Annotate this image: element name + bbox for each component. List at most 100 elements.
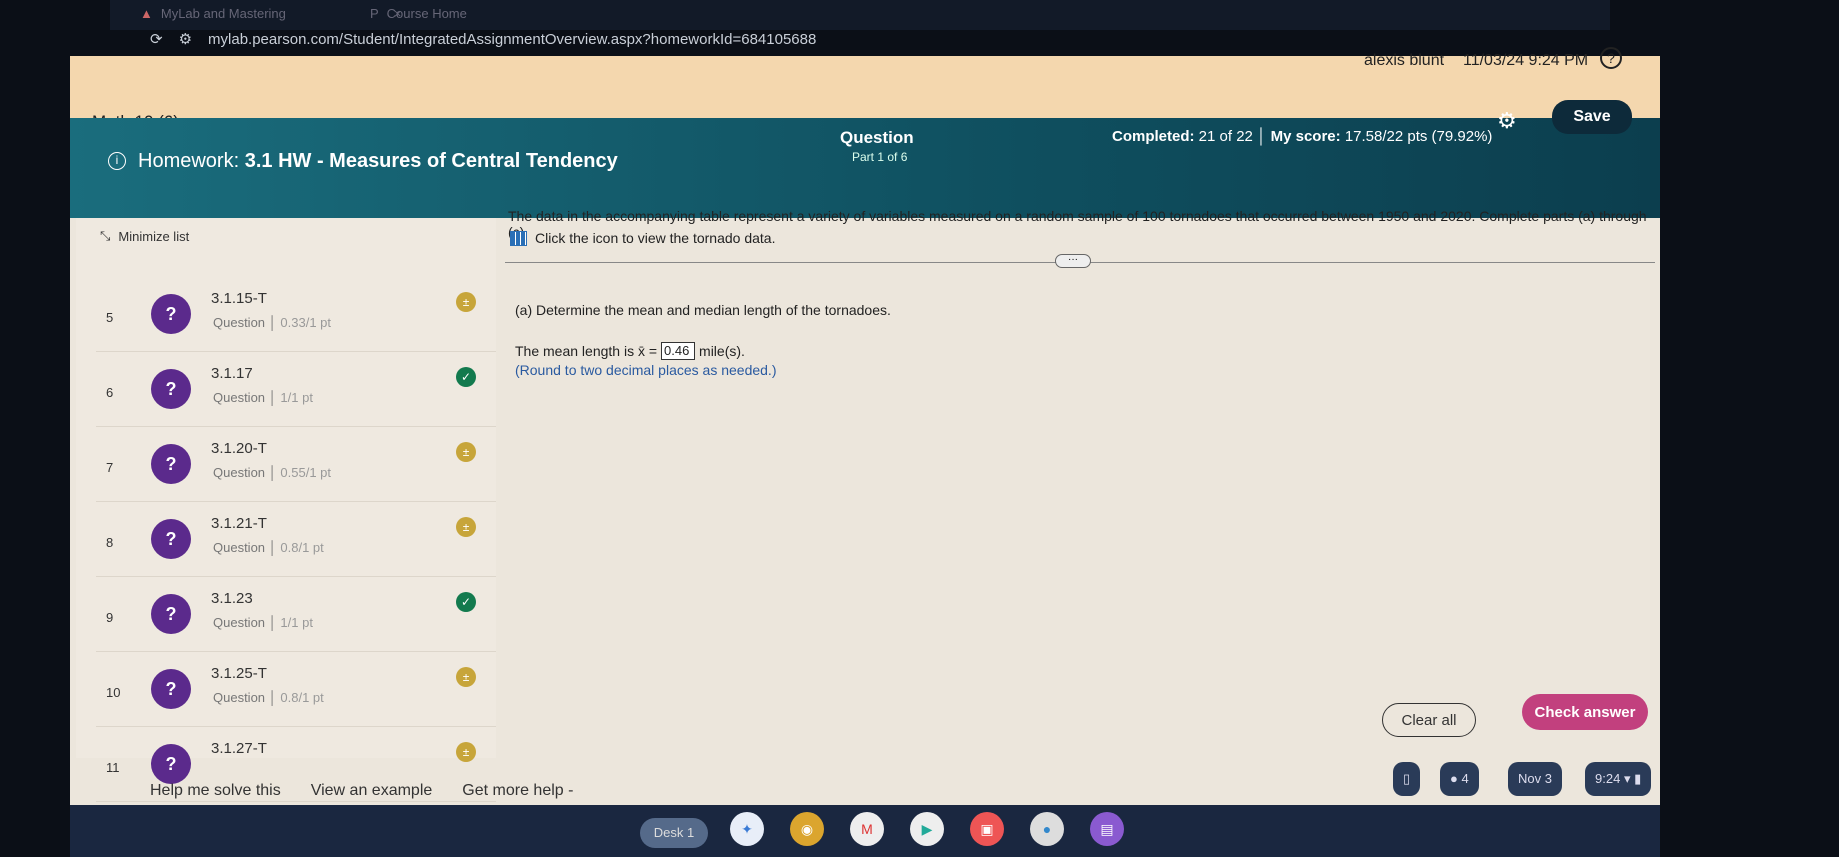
question-list-item[interactable]: 9 ? 3.1.23 Question │ 1/1 pt ✓ (96, 578, 496, 652)
mean-prefix: The mean length is x̄ = (515, 343, 658, 359)
battery-icon: ▮ (1634, 771, 1642, 786)
tab-mylab[interactable]: ▲ MyLab and Mastering × (140, 6, 401, 21)
clear-all-button[interactable]: Clear all (1382, 703, 1476, 737)
help-links: Help me solve this View an example Get m… (150, 782, 573, 800)
question-type: Question (213, 540, 266, 555)
info-icon[interactable]: i (108, 152, 126, 170)
homework-prefix: Homework: (138, 150, 240, 172)
question-number: 10 (106, 685, 121, 700)
partial-credit-icon: ± (456, 517, 476, 537)
completed-value: 21 of 22 (1198, 128, 1253, 145)
completed-label: Completed: (1112, 128, 1195, 145)
question-id: 3.1.27-T (211, 740, 267, 757)
mean-answer-row: The mean length is x̄ = 0.46 mile(s). (515, 342, 745, 360)
question-meta: Question │ 0.8/1 pt (213, 690, 324, 705)
tab-label: MyLab and Mastering (160, 6, 286, 21)
notifications-tray[interactable]: ● 4 (1440, 762, 1479, 796)
minimize-icon: ⤡ (100, 228, 111, 243)
clock: 9:24 (1595, 771, 1621, 786)
question-meta: Question │ 1/1 pt (213, 390, 313, 405)
question-type: Question (213, 615, 266, 630)
pearson-favicon-icon: P (370, 6, 379, 21)
url-text[interactable]: mylab.pearson.com/Student/IntegratedAssi… (208, 31, 816, 48)
question-badge-icon: ? (151, 294, 191, 334)
progress-summary: Completed: 21 of 22 │ My score: 17.58/22… (1112, 128, 1493, 145)
question-points: 1/1 pt (280, 390, 313, 405)
minimize-list-button[interactable]: ⤡ Minimize list (100, 228, 189, 244)
datetime: 11/03/24 9:24 PM (1463, 52, 1589, 69)
table-icon[interactable] (510, 230, 527, 246)
gmail-app-icon[interactable]: M (850, 812, 884, 846)
chrome-app-icon[interactable]: ◉ (790, 812, 824, 846)
question-list-item[interactable]: 6 ? 3.1.17 Question │ 1/1 pt ✓ (96, 353, 496, 427)
status-tray[interactable]: 9:24 ▾ ▮ (1585, 762, 1652, 796)
question-list-item[interactable]: 5 ? 3.1.15-T Question │ 0.33/1 pt ± (96, 278, 496, 352)
video-app-icon[interactable]: ▣ (970, 812, 1004, 846)
question-id: 3.1.21-T (211, 515, 267, 532)
question-meta: Question │ 0.8/1 pt (213, 540, 324, 555)
question-points: 0.8/1 pt (280, 540, 324, 555)
reload-icon[interactable]: ⟳ (150, 30, 163, 48)
question-meta: Question │ 0.33/1 pt (213, 315, 332, 330)
question-badge-icon: ? (151, 744, 191, 784)
question-points: 0.33/1 pt (280, 315, 332, 330)
homework-title: Homework: 3.1 HW - Measures of Central T… (138, 150, 618, 173)
help-me-solve-link[interactable]: Help me solve this (150, 782, 281, 800)
check-icon: ✓ (456, 367, 476, 387)
tab-course-home[interactable]: P Course Home (370, 6, 467, 21)
question-points: 0.55/1 pt (280, 465, 332, 480)
get-more-help-link[interactable]: Get more help - (462, 782, 573, 800)
question-badge-icon: ? (151, 369, 191, 409)
view-example-link[interactable]: View an example (311, 782, 433, 800)
question-list-item[interactable]: 10 ? 3.1.25-T Question │ 0.8/1 pt ± (96, 653, 496, 727)
settings-gear-icon[interactable]: ⚙ (1497, 108, 1517, 134)
question-id: 3.1.23 (211, 590, 253, 607)
question-number: 11 (106, 760, 120, 775)
table-link-text: Click the icon to view the tornado data. (535, 230, 776, 246)
question-badge-icon: ? (151, 519, 191, 559)
question-list-item[interactable]: 8 ? 3.1.21-T Question │ 0.8/1 pt ± (96, 503, 496, 577)
question-id: 3.1.15-T (211, 290, 267, 307)
wifi-icon: ▾ (1623, 771, 1631, 786)
view-data-link[interactable]: Click the icon to view the tornado data. (510, 230, 775, 246)
part-a-prompt: (a) Determine the mean and median length… (515, 302, 891, 318)
desk-button[interactable]: Desk 1 (640, 818, 708, 848)
date-tray[interactable]: Nov 3 (1508, 762, 1562, 796)
question-type: Question (213, 465, 266, 480)
play-store-icon[interactable]: ▶ (910, 812, 944, 846)
address-bar[interactable]: ⟳ ⚙ mylab.pearson.com/Student/IntegratedAs… (150, 22, 1650, 56)
question-badge-icon: ? (151, 594, 191, 634)
twitch-app-icon[interactable]: ▤ (1090, 812, 1124, 846)
expand-dots-button[interactable]: ··· (1055, 254, 1091, 268)
question-list: 5 ? 3.1.15-T Question │ 0.33/1 pt ±6 ? 3… (76, 218, 496, 802)
partial-credit-icon: ± (456, 667, 476, 687)
score-label: My score: (1270, 128, 1341, 145)
question-number: 5 (106, 310, 114, 325)
check-icon: ✓ (456, 592, 476, 612)
check-answer-button[interactable]: Check answer (1522, 694, 1648, 730)
rounding-note: (Round to two decimal places as needed.) (515, 362, 777, 378)
help-icon[interactable]: ? (1600, 47, 1622, 69)
question-type: Question (213, 690, 266, 705)
question-badge-icon: ? (151, 669, 191, 709)
question-badge-icon: ? (151, 444, 191, 484)
question-id: 3.1.25-T (211, 665, 267, 682)
phone-hub-icon[interactable]: ▯ (1393, 762, 1421, 796)
question-number: 6 (106, 385, 114, 400)
user-name: alexis blunt (1364, 52, 1445, 69)
mean-unit: mile(s). (699, 343, 745, 359)
chat-app-icon[interactable]: ● (1030, 812, 1064, 846)
question-list-item[interactable]: 7 ? 3.1.20-T Question │ 0.55/1 pt ± (96, 428, 496, 502)
question-meta: Question │ 0.55/1 pt (213, 465, 332, 480)
question-meta: Question │ 1/1 pt (213, 615, 313, 630)
mean-input[interactable]: 0.46 (661, 342, 696, 360)
partial-credit-icon: ± (456, 442, 476, 462)
save-button[interactable]: Save (1552, 100, 1632, 134)
question-label: Question (840, 128, 914, 147)
site-info-icon[interactable]: ⚙ (179, 30, 192, 48)
minimize-label: Minimize list (118, 228, 190, 244)
part-indicator: Part 1 of 6 (852, 150, 908, 164)
score-value: 17.58/22 pts (79.92%) (1344, 128, 1493, 145)
partial-credit-icon: ± (456, 292, 476, 312)
gemini-app-icon[interactable]: ✦ (730, 812, 764, 846)
